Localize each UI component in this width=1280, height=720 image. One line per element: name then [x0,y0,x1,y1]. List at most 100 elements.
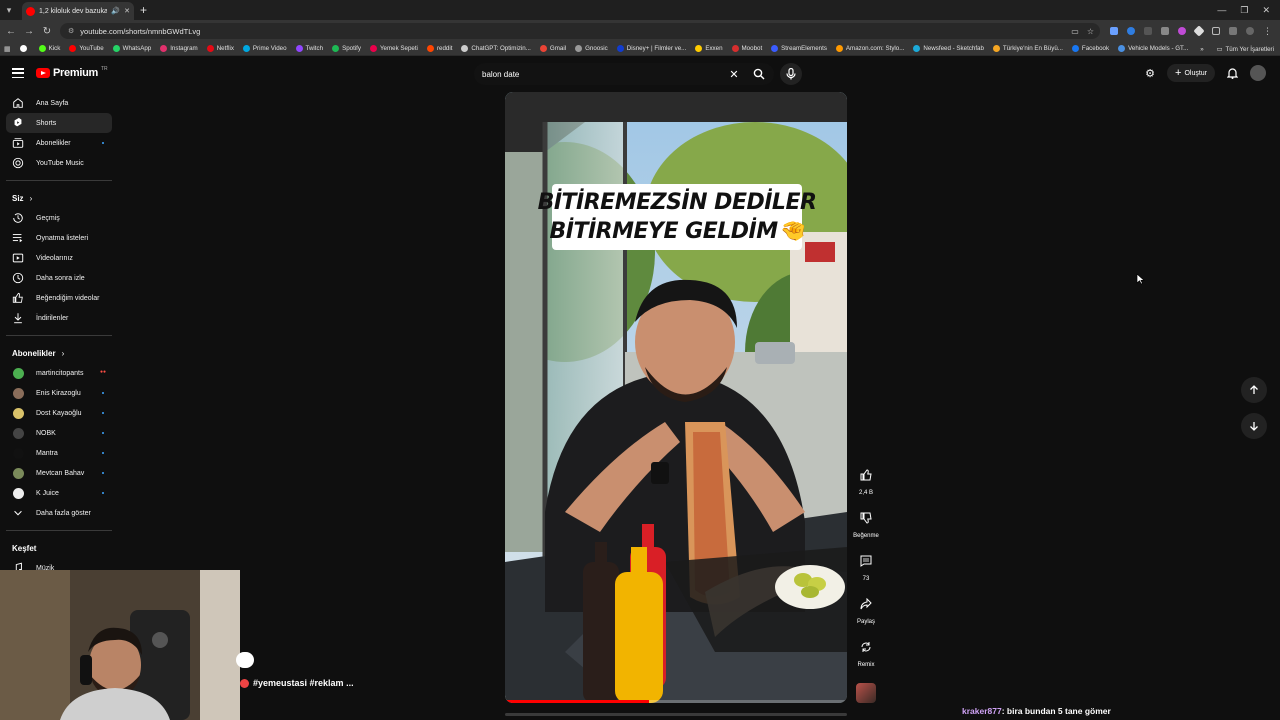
reload-icon[interactable]: ↻ [38,26,56,37]
browser-tab[interactable]: 1,2 kiloluk dev bazuka 🤡 # 🔊 ✕ [22,2,134,20]
sidebar-item-daha-sonra-izle[interactable]: Daha sonra izle [6,268,112,288]
create-button[interactable]: + Oluştur [1167,64,1215,82]
extensions-puzzle-icon[interactable] [1212,27,1220,35]
subscriptions-section-heading[interactable]: Abonelikler › [6,343,112,363]
apps-grid-icon[interactable]: ▦ [4,45,11,53]
bookmark-item[interactable]: Prime Video [242,45,287,52]
like-action[interactable]: 2,4 B [850,463,882,496]
explore-section-heading[interactable]: Keşfet [6,538,112,558]
sidebar-item-youtube-music[interactable]: YouTube Music [6,153,112,173]
new-tab-button[interactable]: + [140,3,147,17]
sidebar-item-daha-fazla-g-ster[interactable]: Daha fazla göster [6,503,112,523]
bookmark-item[interactable]: Spotify [332,45,361,52]
dislike-action[interactable]: Beğenme [850,506,882,539]
menu-icon[interactable] [1229,27,1237,35]
sidebar-item-mantra[interactable]: Mantra [6,443,112,463]
bookmark-item[interactable]: Netflix [206,45,234,52]
comment-action[interactable]: 73 [850,549,882,582]
tab-close-icon[interactable]: ✕ [124,7,130,15]
bookmark-item[interactable]: Yemek Sepeti [369,45,418,52]
sidebar-item-dost-kayao-lu[interactable]: Dost Kayaoğlu [6,403,112,423]
site-info-icon[interactable]: ⚙ [68,27,74,35]
profile-icon[interactable] [1246,27,1254,35]
voice-search-button[interactable] [780,63,802,85]
bookmarks-more-icon[interactable]: » [1200,46,1203,53]
search-input[interactable]: balon date [482,70,724,79]
sidebar-item-videolar-n-z[interactable]: Videolarınız [6,248,112,268]
youtube-premium-logo[interactable]: Premium TR [36,66,108,79]
sidebar-item-abonelikler[interactable]: Abonelikler [6,133,112,153]
bookmark-star-icon[interactable]: ☆ [1087,27,1094,36]
tab-search-icon[interactable]: ▾ [0,0,18,20]
forward-icon[interactable]: → [20,26,38,37]
close-window-icon[interactable]: ✕ [1262,5,1270,16]
bookmark-item[interactable]: reddit [426,45,452,52]
settings-gear-icon[interactable]: ⚙ [1145,67,1155,80]
extension-icon[interactable] [1193,25,1205,37]
bookmark-item[interactable]: Disney+ | Filmler ve... [616,45,686,52]
sidebar-item-enis-kirazoglu[interactable]: Enis Kirazoglu [6,383,112,403]
bookmark-item[interactable]: Twitch [295,45,323,52]
bookmark-item[interactable]: YouTube [69,45,104,52]
you-section-heading[interactable]: Siz › [6,188,112,208]
bookmark-item[interactable]: Gmail [539,45,566,52]
remix-button[interactable] [854,635,878,659]
bookmark-item[interactable]: Vehicle Models - GT... [1118,45,1188,52]
sidebar-item-ge-mi-[interactable]: Geçmiş [6,208,112,228]
sidebar-item-ana-sayfa[interactable]: Ana Sayfa [6,93,112,113]
sidebar-item-mevtcan-bahav[interactable]: Mevtcan Bahav [6,463,112,483]
all-bookmarks[interactable]: » ▭ Tüm Yer İşaretleri [1196,42,1274,55]
account-avatar[interactable] [1250,65,1266,81]
bookmark-item[interactable]: Instagram [160,45,198,52]
sidebar-item-shorts[interactable]: Shorts [6,113,112,133]
hamburger-menu-icon[interactable] [12,68,24,78]
notifications-bell-icon[interactable] [1227,67,1238,79]
extension-icon[interactable] [1110,27,1118,35]
bookmark-item[interactable]: Newsfeed - Sketchfab [913,45,984,52]
bookmark-item[interactable]: Amazon.com: Stylo... [835,45,904,52]
bookmark-item[interactable]: Kick [38,45,60,52]
bookmark-item[interactable]: Türkiye'nin En Büyü... [992,45,1063,52]
clear-search-icon[interactable]: ✕ [724,68,744,81]
next-short-button[interactable] [1241,413,1267,439]
browser-menu-icon[interactable]: ⋮ [1263,26,1272,37]
remix-action[interactable]: Remix [850,635,882,668]
sidebar-item-be-endi-im-videolar[interactable]: Beğendiğim videolar [6,288,112,308]
bookmark-item[interactable]: WhatsApp [112,45,151,52]
bookmark-item[interactable]: ChatGPT: Optimizin... [461,45,531,52]
url-field[interactable]: ⚙ youtube.com/shorts/nmnbGWdTLvg ▭ ☆ [60,23,1100,39]
audio-icon[interactable]: 🔊 [111,7,120,15]
sidebar-item-oynatma-listeleri[interactable]: Oynatma listeleri [6,228,112,248]
extension-icon[interactable] [1144,27,1152,35]
video-progress-bar[interactable] [505,700,847,703]
restore-icon[interactable]: ❐ [1240,5,1248,16]
dislike-button[interactable] [854,506,878,530]
video-tags[interactable]: #yemeustasi #reklam ... [240,678,354,688]
back-icon[interactable]: ← [2,26,20,37]
bookmark-item[interactable]: Facebook [1071,45,1109,52]
comment-button[interactable] [854,549,878,573]
share-action[interactable]: Paylaş [850,592,882,625]
bookmark-item[interactable]: Gnoosic [575,45,608,52]
partial-button[interactable] [236,652,254,668]
share-button[interactable] [854,592,878,616]
bookmark-item[interactable] [19,45,30,52]
shorts-player[interactable]: BİTİREMEZSİN DEDİLER BİTİRMEYE GELDİM🤏 [505,92,847,703]
sidebar-item-k-juice[interactable]: K Juice [6,483,112,503]
extension-icon[interactable] [1127,27,1135,35]
sidebar-item-i-ndirilenler[interactable]: İndirilenler [6,308,112,328]
previous-short-button[interactable] [1241,377,1267,403]
bookmark-item[interactable]: Exxen [695,45,723,52]
extension-icon[interactable] [1161,27,1169,35]
sidebar-item-martincitopants[interactable]: martincitopants ●● [6,363,112,383]
sound-thumbnail[interactable] [856,683,876,703]
bookmark-item[interactable]: Moobot [731,45,762,52]
search-box[interactable]: balon date ✕ [474,63,774,85]
minimize-icon[interactable]: — [1217,5,1226,15]
cast-icon[interactable]: ▭ [1071,27,1079,36]
search-button[interactable] [744,63,774,85]
sidebar-item-nobk[interactable]: NOBK [6,423,112,443]
like-button[interactable] [854,463,878,487]
tags-text[interactable]: #yemeustasi #reklam ... [253,678,354,688]
extension-icon[interactable] [1178,27,1186,35]
